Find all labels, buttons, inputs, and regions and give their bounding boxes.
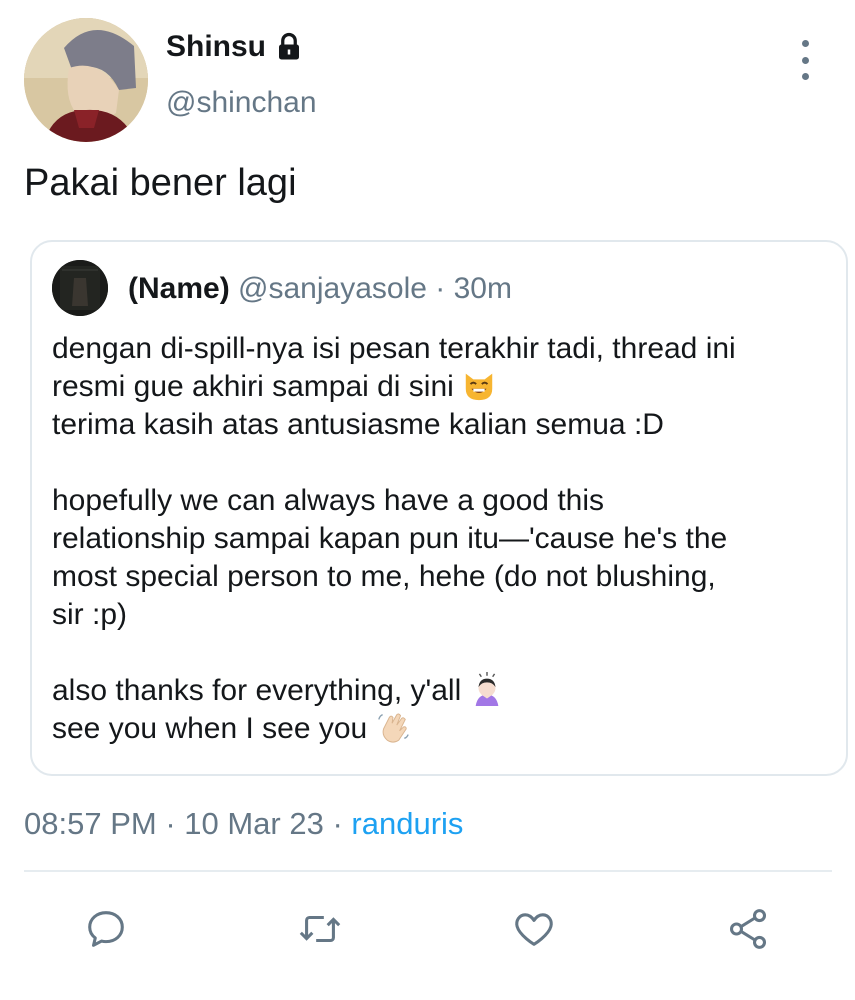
quoted-line: relationship sampai kapan pun itu—'cause…	[52, 522, 728, 555]
more-vertical-icon[interactable]	[790, 40, 820, 80]
quoted-name[interactable]: (Name)	[128, 272, 230, 305]
quoted-line: dengan di-spill-nya isi pesan terakhir t…	[52, 332, 736, 365]
quoted-body: dengan di-spill-nya isi pesan terakhir t…	[52, 330, 832, 748]
quoted-avatar[interactable]	[52, 260, 108, 316]
reply-button[interactable]	[80, 903, 132, 955]
tweet-date: 10 Mar 23	[184, 806, 324, 841]
quoted-line: also thanks for everything, y'all	[52, 672, 832, 710]
reply-icon	[88, 911, 124, 947]
quoted-line: resmi gue akhiri sampai di sini	[52, 368, 832, 406]
quoted-line-text: see you when I see you	[52, 712, 368, 745]
waving-hand-emoji	[377, 713, 409, 743]
separator-dot: ·	[426, 272, 454, 305]
person-bowing-emoji	[475, 672, 498, 706]
quoted-line: see you when I see you	[52, 710, 832, 748]
quoted-time[interactable]: 30m	[454, 272, 512, 305]
quoted-header: (Name) @sanjayasole · 30m	[128, 272, 512, 306]
separator-dot: ·	[156, 806, 185, 841]
quoted-tweet[interactable]: (Name) @sanjayasole · 30m dengan di-spil…	[30, 240, 848, 776]
divider	[24, 870, 832, 872]
source-link[interactable]: randuris	[351, 806, 463, 841]
quoted-line: most special person to me, hehe (do not …	[52, 560, 716, 593]
like-button[interactable]	[508, 903, 560, 955]
quoted-line: hopefully we can always have a good this	[52, 484, 605, 517]
quoted-line-text: resmi gue akhiri sampai di sini	[52, 370, 454, 403]
retweet-icon	[299, 915, 341, 943]
tweet-meta: 08:57 PM · 10 Mar 23 · randuris	[24, 806, 463, 842]
author-avatar[interactable]	[24, 18, 148, 142]
tweet-time: 08:57 PM	[24, 806, 157, 841]
author-handle[interactable]: @shinchan	[166, 86, 317, 120]
quoted-line: terima kasih atas antusiasme kalian semu…	[52, 408, 664, 441]
like-icon	[515, 913, 553, 946]
author-name[interactable]: Shinsu	[166, 30, 304, 64]
retweet-button[interactable]	[294, 903, 346, 955]
quoted-handle[interactable]: @sanjayasole	[238, 272, 427, 305]
display-name-text[interactable]: Shinsu	[166, 30, 266, 64]
lock-icon	[279, 32, 300, 60]
quoted-line-text: also thanks for everything, y'all	[52, 674, 462, 707]
tweet-text: Pakai bener lagi	[24, 162, 297, 204]
share-icon	[729, 909, 767, 949]
share-button[interactable]	[722, 903, 774, 955]
separator-dot: ·	[323, 806, 352, 841]
quoted-line: sir :p)	[52, 598, 127, 631]
smiling-cat-emoji	[465, 373, 493, 401]
